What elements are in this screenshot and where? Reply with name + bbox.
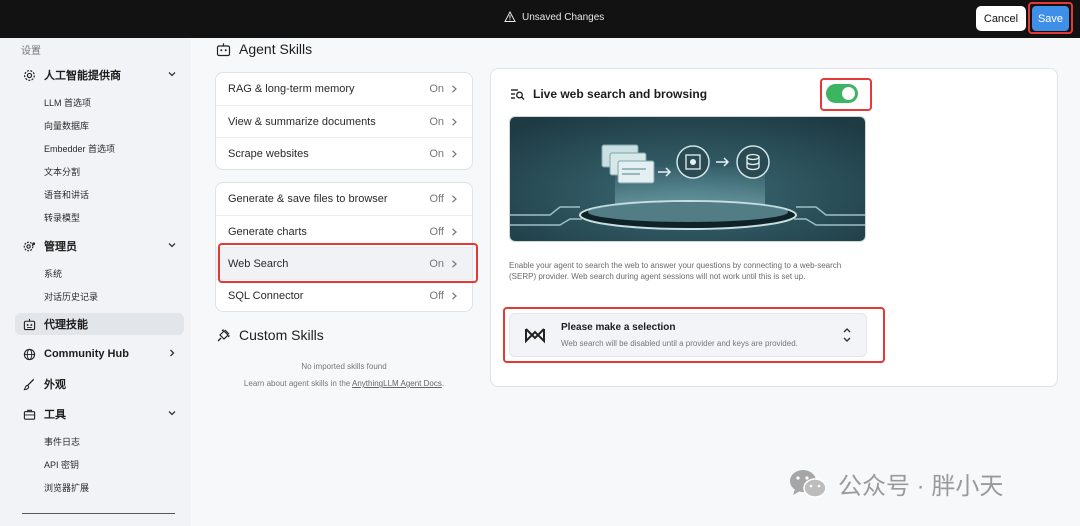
sidebar-item-system[interactable]: 系统 xyxy=(44,267,62,280)
custom-skills-heading: Custom Skills xyxy=(216,327,324,343)
web-search-toggle[interactable] xyxy=(826,84,858,103)
chevron-right-icon xyxy=(170,349,175,357)
cancel-button[interactable]: Cancel xyxy=(976,6,1026,31)
sidebar-group-admin[interactable]: 管理员 xyxy=(23,236,183,256)
skill-state: Off xyxy=(429,193,444,205)
save-button[interactable]: Save xyxy=(1032,6,1069,31)
sidebar-group-label: Community Hub xyxy=(44,348,129,360)
skill-label: View & summarize documents xyxy=(228,115,376,128)
web-search-description: Enable your agent to search the web to a… xyxy=(509,261,842,281)
agent-skills-title: Agent Skills xyxy=(239,41,313,57)
skill-label: SQL Connector xyxy=(228,289,304,302)
provider-selector[interactable]: Please make a selection Web search will … xyxy=(509,313,867,357)
skill-row[interactable]: View & summarize documents On xyxy=(216,105,472,137)
skill-state: Off xyxy=(429,289,444,302)
sidebar-divider xyxy=(22,513,175,514)
web-search-highlight-frame xyxy=(218,243,478,283)
watermark: 公众号 · 胖小天 xyxy=(788,466,1003,501)
unsaved-changes-indicator: Unsaved Changes xyxy=(504,11,604,23)
warning-icon xyxy=(504,11,516,22)
chevron-down-icon xyxy=(168,411,176,416)
wechat-icon xyxy=(790,469,827,498)
learn-more-suffix: . xyxy=(441,379,445,388)
sidebar-item-voice[interactable]: 语音和讲话 xyxy=(44,188,89,201)
skill-label: Scrape websites xyxy=(228,147,309,160)
sidebar-item-vector-db[interactable]: 向量数据库 xyxy=(44,119,89,132)
custom-skills-empty-text: No imported skills found xyxy=(301,362,387,371)
chevron-right-icon xyxy=(452,195,457,203)
sidebar-group-label: 工具 xyxy=(44,409,66,421)
skill-row[interactable]: Scrape websites On xyxy=(216,137,472,169)
skill-state: On xyxy=(429,83,444,95)
toggle-knob xyxy=(842,87,855,100)
chevron-right-icon xyxy=(452,85,457,93)
chevron-right-icon xyxy=(452,118,457,126)
sidebar-item-text-split[interactable]: 文本分割 xyxy=(44,165,80,178)
chevron-right-icon xyxy=(452,228,457,236)
sidebar-item-transcription[interactable]: 转录模型 xyxy=(44,211,80,224)
watermark-text: 公众号 · 胖小天 xyxy=(838,473,1004,500)
provider-selection-subtitle: Web search will be disabled until a prov… xyxy=(561,339,798,348)
sidebar-group-label: 代理技能 xyxy=(44,319,88,331)
agent-docs-link[interactable]: AnythingLLM Agent Docs xyxy=(352,379,442,388)
agent-skills-heading: Agent Skills xyxy=(216,41,312,57)
brush-icon xyxy=(23,378,36,391)
chevron-right-icon xyxy=(452,292,457,300)
sidebar-group-agent-skills[interactable]: 代理技能 xyxy=(23,314,183,334)
chevron-down-icon xyxy=(168,243,176,248)
web-search-panel-header: Live web search and browsing xyxy=(510,87,707,101)
plug-icon xyxy=(217,328,230,341)
skill-state: Off xyxy=(429,225,444,238)
skill-label: Generate & save files to browser xyxy=(228,193,388,205)
provider-selection-title: Please make a selection xyxy=(561,322,676,333)
custom-skills-title: Custom Skills xyxy=(239,327,324,343)
chevron-right-icon xyxy=(452,150,457,158)
sidebar-item-browser-extension[interactable]: 浏览器扩展 xyxy=(44,481,89,494)
web-search-illustration xyxy=(509,116,866,242)
globe-icon xyxy=(23,348,36,361)
sidebar-group-tools[interactable]: 工具 xyxy=(23,404,183,424)
sidebar-group-ai-providers[interactable]: 人工智能提供商 xyxy=(23,65,183,85)
robot-icon xyxy=(216,42,231,56)
sidebar-group-label: 管理员 xyxy=(44,241,77,253)
skill-row[interactable]: RAG & long-term memory On xyxy=(216,73,472,105)
gear-icon xyxy=(23,69,36,82)
skill-row[interactable]: SQL Connector Off xyxy=(216,279,472,311)
admin-gear-icon xyxy=(23,240,36,253)
toolbox-icon xyxy=(23,408,36,421)
skill-label: Generate charts xyxy=(228,225,307,238)
sidebar-group-label: 外观 xyxy=(44,379,66,391)
sidebar-item-llm[interactable]: LLM 首选项 xyxy=(44,96,91,109)
sidebar-caption: 设置 xyxy=(21,46,41,57)
web-search-panel-title: Live web search and browsing xyxy=(533,87,708,101)
robot-icon xyxy=(23,318,36,331)
skill-state: On xyxy=(429,147,444,160)
chevron-down-icon xyxy=(168,72,176,77)
search-list-icon xyxy=(511,88,525,100)
skill-row[interactable]: Generate & save files to browser Off xyxy=(216,183,472,215)
custom-skills-empty: No imported skills found Learn about age… xyxy=(215,358,473,392)
unsaved-changes-label: Unsaved Changes xyxy=(522,11,605,23)
learn-more-prefix: Learn about agent skills in the xyxy=(243,379,352,388)
sidebar-item-api-keys[interactable]: API 密钥 xyxy=(44,458,79,471)
sidebar-group-community-hub[interactable]: Community Hub xyxy=(23,344,183,364)
sidebar-item-embedder[interactable]: Embedder 首选项 xyxy=(44,142,115,155)
sidebar-group-label: 人工智能提供商 xyxy=(44,70,121,82)
settings-sidebar: 设置 人工智能提供商 LLM 首选项 向量数据库 Embedder 首选项 文本… xyxy=(0,38,191,526)
custom-skills-learn-more: Learn about agent skills in the Anything… xyxy=(215,375,473,392)
chevron-up-down-icon xyxy=(843,328,851,342)
sidebar-group-appearance[interactable]: 外观 xyxy=(23,374,183,394)
skill-label: RAG & long-term memory xyxy=(228,83,355,95)
skill-state: On xyxy=(429,115,444,128)
sidebar-item-chat-history[interactable]: 对话历史记录 xyxy=(44,290,98,303)
top-bar: Unsaved Changes Cancel Save xyxy=(0,0,1080,38)
provider-logo-icon xyxy=(525,328,545,344)
sidebar-item-event-log[interactable]: 事件日志 xyxy=(44,435,80,448)
default-skills-card: RAG & long-term memory On View & summari… xyxy=(215,72,473,170)
